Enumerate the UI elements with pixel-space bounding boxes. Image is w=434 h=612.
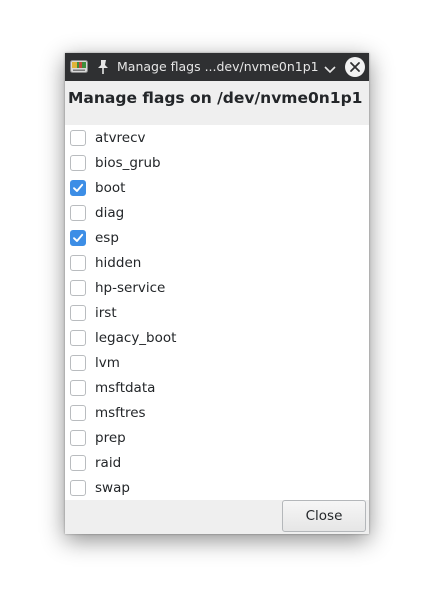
dialog-header: Manage flags on /dev/nvme0n1p1 [65, 81, 369, 125]
checkmark-icon [73, 233, 84, 242]
close-icon[interactable] [345, 57, 365, 77]
manage-flags-dialog: Manage flags ...dev/nvme0n1p1 Manage fla… [65, 53, 369, 534]
flag-row[interactable]: raid [65, 452, 369, 477]
gparted-icon[interactable] [70, 59, 88, 74]
flag-label[interactable]: irst [95, 302, 117, 324]
page-title: Manage flags on /dev/nvme0n1p1 [68, 89, 363, 107]
flag-checkbox[interactable] [70, 330, 86, 346]
flag-row[interactable]: atvrecv [65, 127, 369, 152]
flag-label[interactable]: lvm [95, 352, 120, 374]
flag-row[interactable]: hp-service [65, 277, 369, 302]
flag-label[interactable]: legacy_boot [95, 327, 176, 349]
flag-checkbox[interactable] [70, 280, 86, 296]
flag-checkbox[interactable] [70, 255, 86, 271]
flag-checkbox[interactable] [70, 155, 86, 171]
flag-label[interactable]: esp [95, 227, 119, 249]
titlebar[interactable]: Manage flags ...dev/nvme0n1p1 [65, 53, 369, 81]
flag-row[interactable]: swap [65, 477, 369, 502]
flag-label[interactable]: boot [95, 177, 125, 199]
chevron-down-icon[interactable] [323, 61, 337, 74]
flag-checkbox[interactable] [70, 405, 86, 421]
flag-label[interactable]: prep [95, 427, 126, 449]
flag-label[interactable]: msftdata [95, 377, 155, 399]
flag-checkbox[interactable] [70, 180, 86, 196]
flag-checkbox[interactable] [70, 130, 86, 146]
flag-checkbox[interactable] [70, 455, 86, 471]
flag-checkbox[interactable] [70, 380, 86, 396]
checkmark-icon [73, 183, 84, 192]
flag-label[interactable]: msftres [95, 402, 146, 424]
flag-checkbox[interactable] [70, 305, 86, 321]
dialog-footer: Close [65, 500, 369, 534]
flag-row[interactable]: msftres [65, 402, 369, 427]
flag-row[interactable]: irst [65, 302, 369, 327]
flag-row[interactable]: legacy_boot [65, 327, 369, 352]
flag-row[interactable]: boot [65, 177, 369, 202]
close-button[interactable]: Close [282, 500, 366, 532]
flags-list: atvrecv bios_grub boot diag esp hidden h… [65, 125, 369, 500]
flag-checkbox[interactable] [70, 480, 86, 496]
flag-checkbox[interactable] [70, 205, 86, 221]
flag-row[interactable]: bios_grub [65, 152, 369, 177]
flag-row[interactable]: esp [65, 227, 369, 252]
flag-row[interactable]: diag [65, 202, 369, 227]
flag-row[interactable]: prep [65, 427, 369, 452]
flag-checkbox[interactable] [70, 355, 86, 371]
flag-label[interactable]: hidden [95, 252, 141, 274]
flag-label[interactable]: diag [95, 202, 124, 224]
pin-icon[interactable] [96, 59, 110, 75]
flag-label[interactable]: hp-service [95, 277, 165, 299]
flag-label[interactable]: raid [95, 452, 121, 474]
flag-row[interactable]: msftdata [65, 377, 369, 402]
flag-row[interactable]: lvm [65, 352, 369, 377]
flag-row[interactable]: hidden [65, 252, 369, 277]
window-title: Manage flags ...dev/nvme0n1p1 [117, 59, 319, 74]
flag-label[interactable]: atvrecv [95, 127, 146, 149]
flag-label[interactable]: swap [95, 477, 130, 499]
flag-label[interactable]: bios_grub [95, 152, 161, 174]
flag-checkbox[interactable] [70, 430, 86, 446]
flag-checkbox[interactable] [70, 230, 86, 246]
